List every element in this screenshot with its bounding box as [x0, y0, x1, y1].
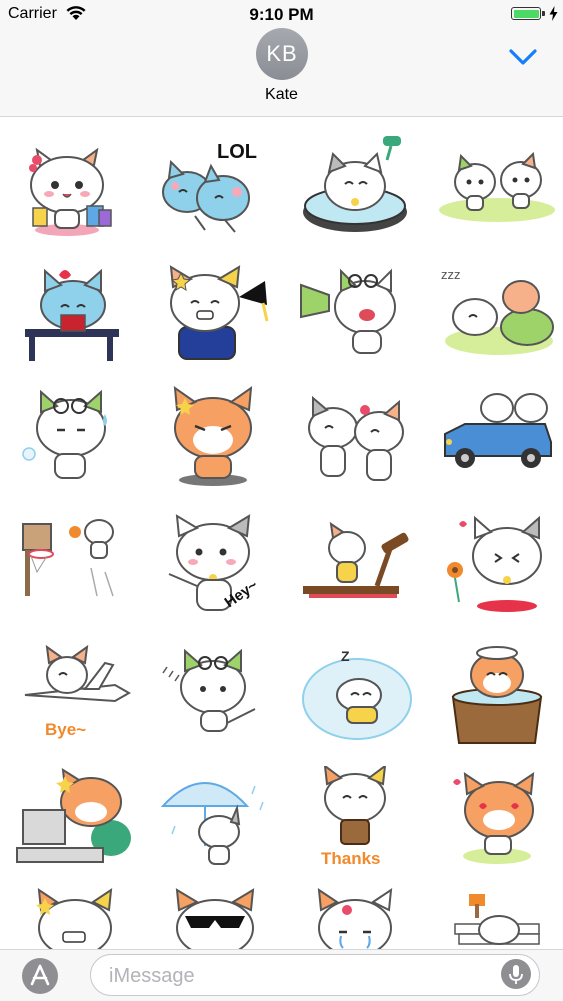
conversation-header: KB Kate — [0, 28, 563, 117]
sunglasses-cat-sticker[interactable] — [145, 879, 285, 949]
tub-cat-sticker[interactable] — [425, 634, 563, 759]
airplane-cat-sticker[interactable]: Bye~ — [5, 634, 145, 759]
reading-cat-sticker[interactable] — [5, 252, 145, 377]
car-cats-sticker[interactable] — [425, 379, 563, 504]
sleeping-cats-sticker[interactable]: zzz — [425, 252, 563, 377]
basketball-cat-sticker[interactable] — [5, 507, 145, 632]
sticker-grid: LOL zzz Hey~ Bye~ Z Thanks — [0, 117, 563, 949]
crying-cats-sticker[interactable] — [285, 379, 425, 504]
books-cat-sticker[interactable] — [425, 879, 563, 949]
treadmill-cat-sticker[interactable] — [285, 507, 425, 632]
jump-cat-sticker[interactable] — [145, 634, 285, 759]
thanks-cat-sticker[interactable]: Thanks — [285, 761, 425, 886]
microphone-icon — [509, 965, 523, 984]
charging-icon — [549, 6, 558, 21]
lol-cats-sticker[interactable]: LOL — [145, 125, 285, 250]
message-input[interactable] — [107, 963, 491, 989]
bath-cat-sticker[interactable] — [285, 125, 425, 250]
umbrella-cat-sticker[interactable] — [145, 761, 285, 886]
contact-name[interactable]: Kate — [0, 86, 563, 104]
graduate-cat-sticker[interactable] — [145, 252, 285, 377]
two-cats-meadow-sticker[interactable] — [425, 125, 563, 250]
compose-bar — [0, 949, 563, 1001]
thanks-caption: Thanks — [321, 849, 381, 868]
battery-tip — [542, 11, 545, 16]
status-time: 9:10 PM — [249, 5, 314, 24]
avatar[interactable]: KB — [256, 28, 308, 80]
status-bar: Carrier 9:10 PM — [0, 0, 563, 28]
angry-cat-sticker[interactable] — [145, 379, 285, 504]
lol-caption: LOL — [217, 141, 257, 163]
svg-text:Z: Z — [341, 648, 350, 664]
app-store-button[interactable] — [22, 958, 58, 994]
app-store-icon — [30, 964, 50, 986]
sweating-cat-sticker[interactable] — [5, 379, 145, 504]
megaphone-cat-sticker[interactable] — [285, 252, 425, 377]
cloud-sleep-cat-sticker[interactable]: Z — [285, 634, 425, 759]
zzz-caption: zzz — [441, 267, 461, 282]
battery-fill — [513, 9, 539, 18]
shopping-cat-sticker[interactable] — [5, 125, 145, 250]
message-field[interactable] — [90, 954, 540, 996]
battery-icon — [511, 7, 541, 20]
computer-cat-sticker[interactable] — [5, 761, 145, 886]
microphone-button[interactable] — [501, 959, 531, 989]
chevron-down-icon[interactable] — [509, 48, 537, 66]
avatar-initials: KB — [266, 41, 298, 66]
tearful-cat-sticker[interactable] — [285, 879, 425, 949]
bye-caption: Bye~ — [45, 720, 86, 739]
hey-cat-sticker[interactable]: Hey~ — [145, 507, 285, 632]
flower-cat-sticker[interactable] — [425, 507, 563, 632]
love-cat-sticker[interactable] — [425, 761, 563, 886]
grin-cat-sticker[interactable] — [5, 879, 145, 949]
